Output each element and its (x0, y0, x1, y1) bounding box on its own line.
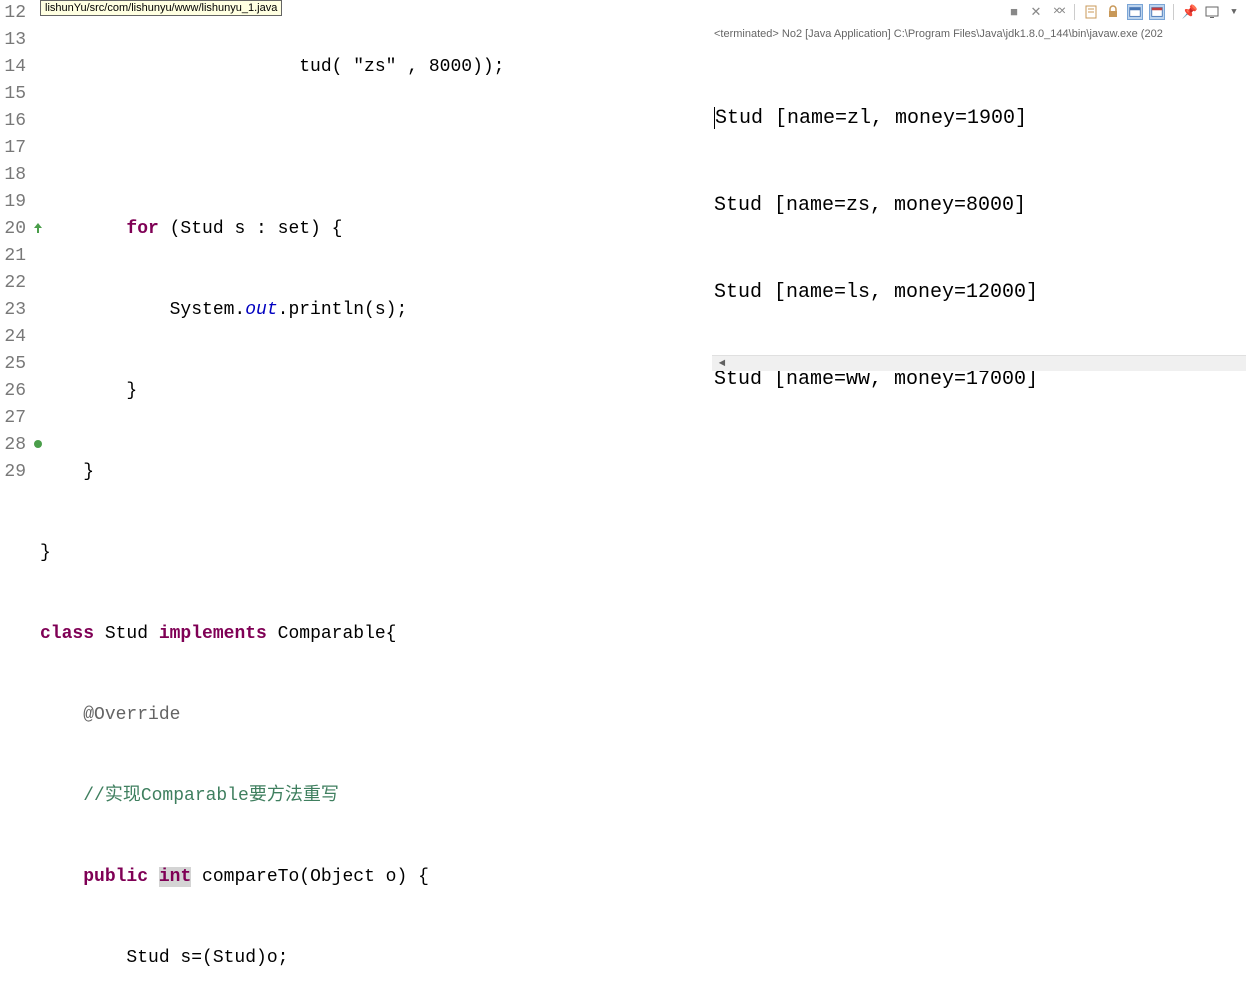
code-line[interactable]: //实现Comparable要方法重写 (36, 783, 707, 810)
line-numbers-gutter: 12 13 14 15 16 17 18 19 20 21 22 23 24 2… (0, 0, 30, 501)
console-line: Stud [name=ls, money=12000] (714, 278, 1244, 307)
line-number: 27 (0, 405, 26, 432)
console-line: Stud [name=zs, money=8000] (714, 191, 1244, 220)
line-number: 28 (0, 432, 26, 459)
line-number: 13 (0, 27, 26, 54)
scroll-left-arrow-icon[interactable]: ◄ (714, 356, 730, 372)
line-number: 18 (0, 162, 26, 189)
code-line[interactable]: } (36, 540, 707, 567)
code-line[interactable]: } (36, 378, 707, 405)
line-number: 22 (0, 270, 26, 297)
filepath-tooltip: lishunYu/src/com/lishunyu/www/lishunyu_1… (40, 0, 282, 16)
code-line[interactable]: System.out.println(s); (36, 297, 707, 324)
console-toolbar: ■ ✕ ✕✕ 📌 ▼ (1006, 4, 1242, 20)
console-pane: ■ ✕ ✕✕ 📌 ▼ <terminated> No2 [Java Applic… (712, 0, 1246, 360)
line-number: 26 (0, 378, 26, 405)
line-number: 29 (0, 459, 26, 486)
code-line[interactable]: } (36, 459, 707, 486)
line-number: 25 (0, 351, 26, 378)
pin-console-icon[interactable]: 📌 (1182, 4, 1198, 20)
clear-console-icon[interactable] (1083, 4, 1099, 20)
show-console-err-icon[interactable] (1149, 4, 1165, 20)
code-editor[interactable]: tud( "zs" , 8000)); for (Stud s : set) {… (36, 0, 707, 501)
terminate-all-icon[interactable]: ■ (1006, 4, 1022, 20)
toolbar-separator (1173, 4, 1174, 20)
code-line[interactable]: Stud s=(Stud)o; (36, 945, 707, 972)
code-line[interactable]: public int compareTo(Object o) { (36, 864, 707, 891)
editor-pane: 12 13 14 15 16 17 18 19 20 21 22 23 24 2… (0, 0, 707, 501)
line-number: 12 (0, 0, 26, 27)
console-output[interactable]: Stud [name=zl, money=1900] Stud [name=zs… (714, 46, 1244, 452)
code-line[interactable]: for (Stud s : set) { (36, 216, 707, 243)
display-selected-icon[interactable] (1204, 4, 1220, 20)
line-number: 21 (0, 243, 26, 270)
line-number: 23 (0, 297, 26, 324)
line-number: 14 (0, 54, 26, 81)
code-line[interactable]: @Override (36, 702, 707, 729)
toolbar-separator (1074, 4, 1075, 20)
show-console-icon[interactable] (1127, 4, 1143, 20)
code-line[interactable] (36, 135, 707, 162)
code-line[interactable]: class Stud implements Comparable{ (36, 621, 707, 648)
line-number: 17 (0, 135, 26, 162)
remove-launch-icon[interactable]: ✕ (1028, 4, 1044, 20)
dropdown-icon[interactable]: ▼ (1226, 4, 1242, 20)
console-horizontal-scrollbar[interactable]: ◄ (712, 355, 1246, 371)
line-number: 24 (0, 324, 26, 351)
line-number: 20 (0, 216, 26, 243)
scroll-lock-icon[interactable] (1105, 4, 1121, 20)
console-line: Stud [name=zl, money=1900] (714, 104, 1244, 133)
line-number: 16 (0, 108, 26, 135)
code-line[interactable]: tud( "zs" , 8000)); (36, 54, 707, 81)
console-launch-header: <terminated> No2 [Java Application] C:\P… (714, 28, 1163, 40)
line-number: 19 (0, 189, 26, 216)
line-number: 15 (0, 81, 26, 108)
remove-all-launches-icon[interactable]: ✕✕ (1050, 4, 1066, 20)
